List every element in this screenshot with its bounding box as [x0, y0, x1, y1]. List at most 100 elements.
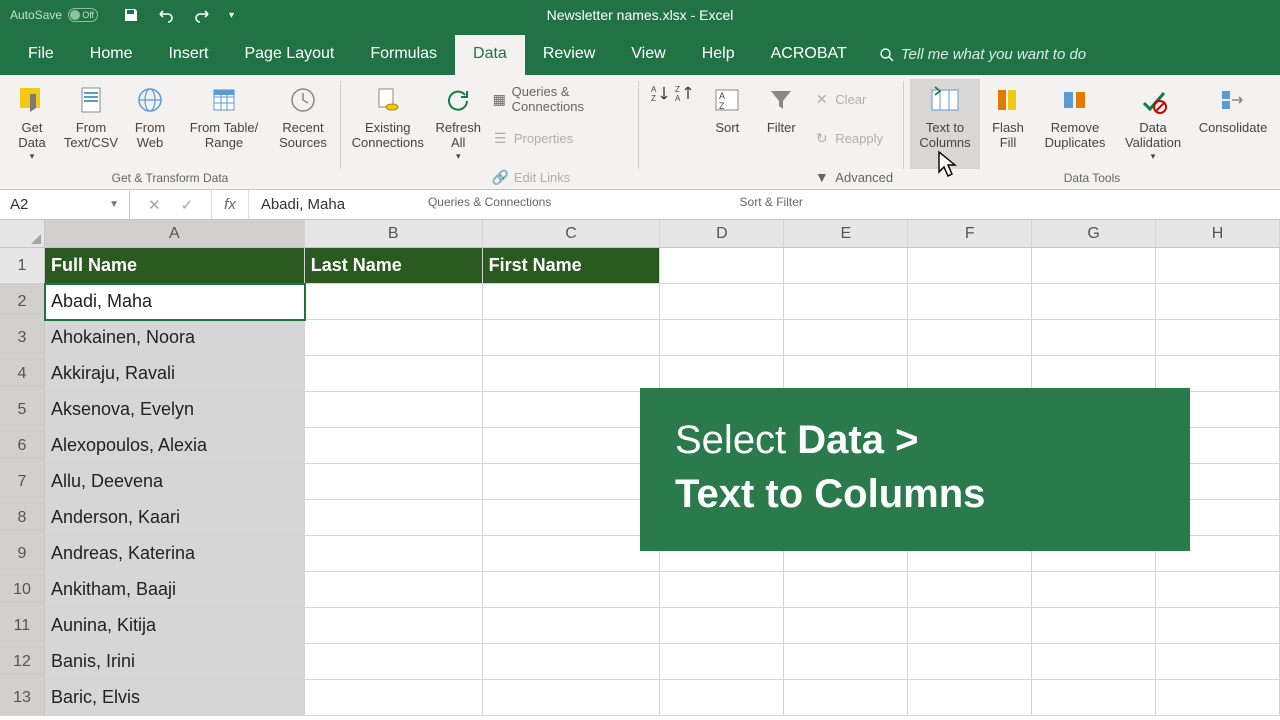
tab-formulas[interactable]: Formulas	[352, 35, 455, 75]
cell[interactable]	[483, 284, 661, 320]
queries-connections-button[interactable]: ▦Queries & Connections	[488, 81, 633, 117]
cell[interactable]	[1032, 356, 1156, 392]
cell[interactable]: Allu, Deevena	[45, 464, 305, 500]
col-header-C[interactable]: C	[483, 220, 661, 248]
cell[interactable]	[784, 320, 908, 356]
row-header[interactable]: 3	[0, 320, 45, 356]
cell[interactable]	[784, 248, 908, 284]
tab-review[interactable]: Review	[525, 35, 613, 75]
cell[interactable]: Ankitham, Baaji	[45, 572, 305, 608]
cell[interactable]	[305, 536, 483, 572]
from-csv-button[interactable]: From Text/CSV	[60, 79, 122, 169]
col-header-G[interactable]: G	[1032, 220, 1156, 248]
cell[interactable]	[908, 644, 1032, 680]
cell[interactable]	[305, 644, 483, 680]
tab-help[interactable]: Help	[684, 35, 753, 75]
cell[interactable]	[908, 572, 1032, 608]
autosave-toggle[interactable]: AutoSave Off	[10, 8, 98, 22]
cell[interactable]	[660, 680, 784, 716]
cell[interactable]: Anderson, Kaari	[45, 500, 305, 536]
edit-links-button[interactable]: 🔗Edit Links	[488, 159, 633, 195]
reapply-button[interactable]: ↻Reapply	[809, 120, 897, 156]
cell[interactable]	[660, 572, 784, 608]
cell[interactable]	[483, 608, 661, 644]
row-header[interactable]: 9	[0, 536, 45, 572]
save-icon[interactable]	[123, 7, 139, 23]
tab-insert[interactable]: Insert	[150, 35, 226, 75]
cell[interactable]	[483, 320, 661, 356]
cell[interactable]	[305, 608, 483, 644]
tab-home[interactable]: Home	[72, 35, 151, 75]
cell[interactable]	[483, 536, 661, 572]
cancel-icon[interactable]: ✕	[148, 196, 161, 214]
redo-icon[interactable]	[193, 7, 211, 23]
fx-button[interactable]: fx	[212, 190, 249, 219]
cell[interactable]	[1032, 248, 1156, 284]
filter-button[interactable]: Filter	[755, 79, 807, 169]
tab-data[interactable]: Data	[455, 35, 525, 75]
cell[interactable]	[1156, 572, 1280, 608]
cell[interactable]	[1156, 320, 1280, 356]
col-header-D[interactable]: D	[660, 220, 784, 248]
col-header-B[interactable]: B	[305, 220, 483, 248]
cell[interactable]	[1032, 572, 1156, 608]
existing-connections-button[interactable]: Existing Connections	[347, 79, 429, 169]
cell[interactable]	[908, 320, 1032, 356]
cell[interactable]	[908, 608, 1032, 644]
consolidate-button[interactable]: Consolidate	[1192, 79, 1274, 169]
row-header[interactable]: 1	[0, 248, 45, 284]
cell[interactable]	[483, 644, 661, 680]
row-header[interactable]: 11	[0, 608, 45, 644]
cell[interactable]	[784, 608, 908, 644]
cell[interactable]	[908, 680, 1032, 716]
cell[interactable]: Aunina, Kitija	[45, 608, 305, 644]
qat-dropdown-icon[interactable]: ▾	[229, 10, 234, 21]
sort-asc-icon[interactable]: AZ	[649, 83, 671, 105]
cell[interactable]: Aksenova, Evelyn	[45, 392, 305, 428]
cell[interactable]	[483, 500, 661, 536]
cell[interactable]	[660, 248, 784, 284]
tab-view[interactable]: View	[613, 35, 683, 75]
data-validation-button[interactable]: Data Validation ▾	[1116, 79, 1190, 169]
cell[interactable]	[305, 428, 483, 464]
undo-icon[interactable]	[157, 7, 175, 23]
cell[interactable]	[908, 356, 1032, 392]
cell[interactable]	[305, 392, 483, 428]
col-header-E[interactable]: E	[784, 220, 908, 248]
properties-button[interactable]: ☰Properties	[488, 120, 633, 156]
tab-page-layout[interactable]: Page Layout	[226, 35, 352, 75]
cell[interactable]	[784, 356, 908, 392]
row-header[interactable]: 13	[0, 680, 45, 716]
cell-active[interactable]: Abadi, Maha	[45, 284, 305, 320]
cell[interactable]	[1156, 644, 1280, 680]
get-data-button[interactable]: Get Data ▾	[6, 79, 58, 169]
flash-fill-button[interactable]: Flash Fill	[982, 79, 1034, 169]
cell[interactable]	[305, 464, 483, 500]
cell[interactable]: Alexopoulos, Alexia	[45, 428, 305, 464]
cell[interactable]	[784, 284, 908, 320]
cell[interactable]	[483, 680, 661, 716]
cell[interactable]	[1156, 248, 1280, 284]
text-to-columns-button[interactable]: Text to Columns	[910, 79, 980, 169]
cell[interactable]	[660, 356, 784, 392]
row-header[interactable]: 5	[0, 392, 45, 428]
remove-duplicates-button[interactable]: Remove Duplicates	[1036, 79, 1114, 169]
cell[interactable]	[660, 644, 784, 680]
cell[interactable]: Last Name	[305, 248, 483, 284]
tab-acrobat[interactable]: ACROBAT	[753, 35, 865, 75]
cell[interactable]	[305, 680, 483, 716]
cell[interactable]	[1032, 608, 1156, 644]
cell[interactable]	[483, 572, 661, 608]
row-header[interactable]: 7	[0, 464, 45, 500]
cell[interactable]	[908, 248, 1032, 284]
col-header-H[interactable]: H	[1156, 220, 1280, 248]
cell[interactable]	[660, 320, 784, 356]
cell[interactable]	[1156, 680, 1280, 716]
from-web-button[interactable]: From Web	[124, 79, 176, 169]
cell[interactable]: Akkiraju, Ravali	[45, 356, 305, 392]
cell[interactable]: Banis, Irini	[45, 644, 305, 680]
cell[interactable]: Andreas, Katerina	[45, 536, 305, 572]
row-header[interactable]: 12	[0, 644, 45, 680]
cell[interactable]	[483, 356, 661, 392]
col-header-F[interactable]: F	[908, 220, 1032, 248]
